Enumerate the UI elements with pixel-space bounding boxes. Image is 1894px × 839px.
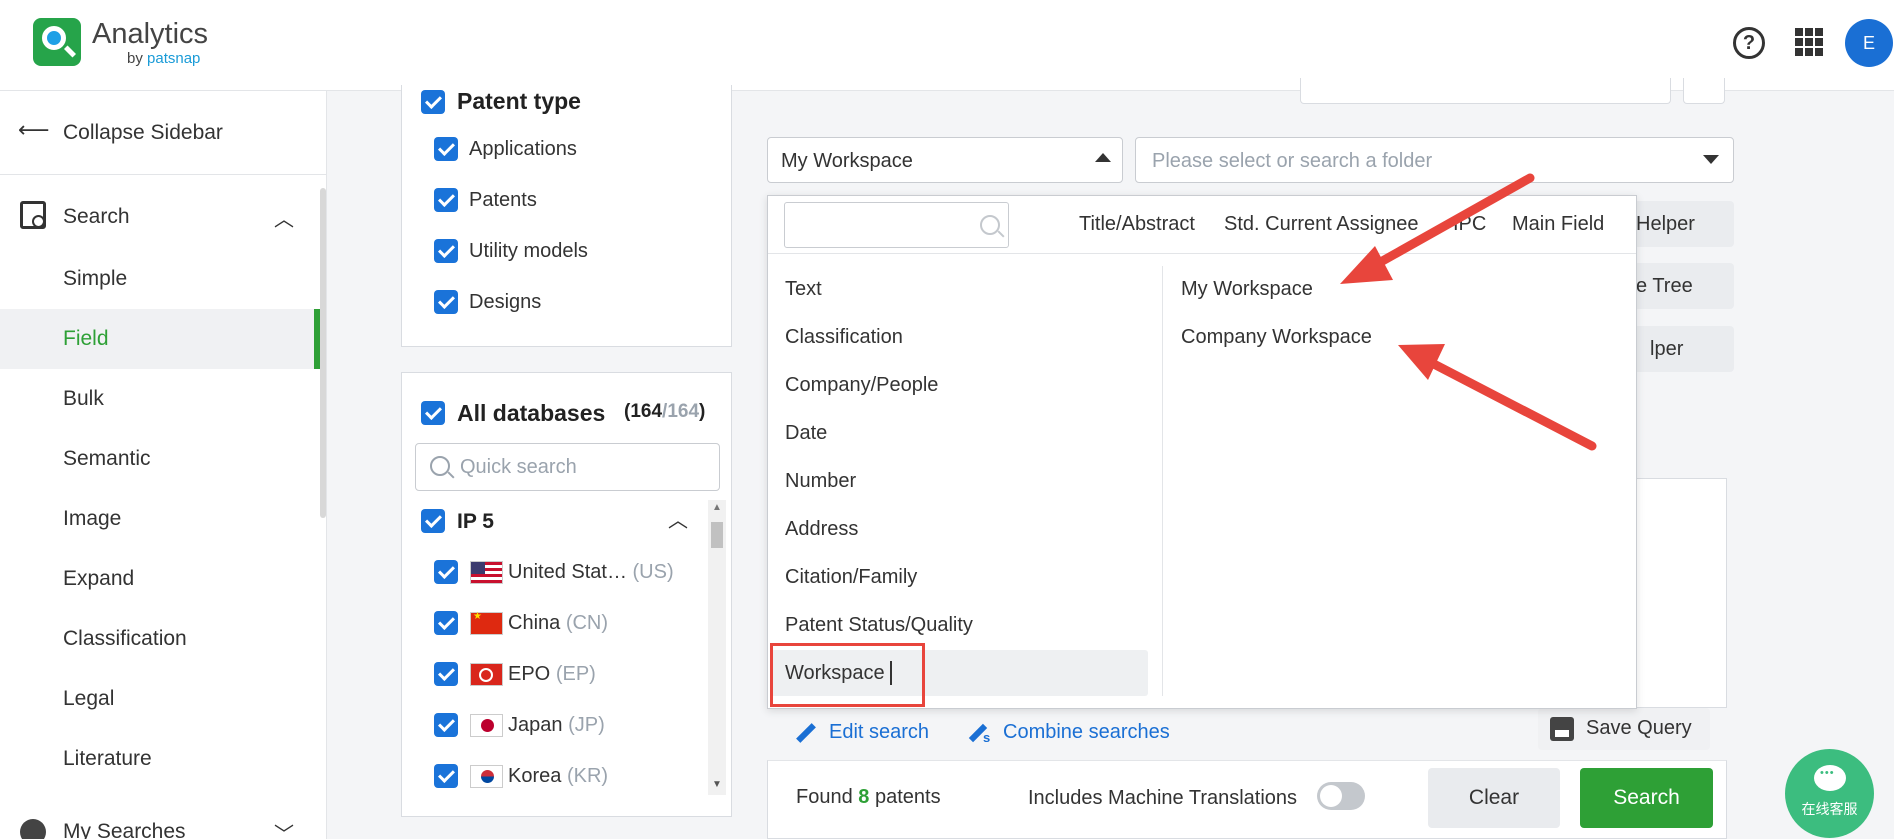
annotation-arrow-1-shaft (1370, 178, 1530, 268)
annotation-arrow-1-head (1340, 246, 1393, 284)
annotation-arrows (0, 0, 1894, 839)
annotation-arrow-2-shaft (1430, 362, 1592, 446)
